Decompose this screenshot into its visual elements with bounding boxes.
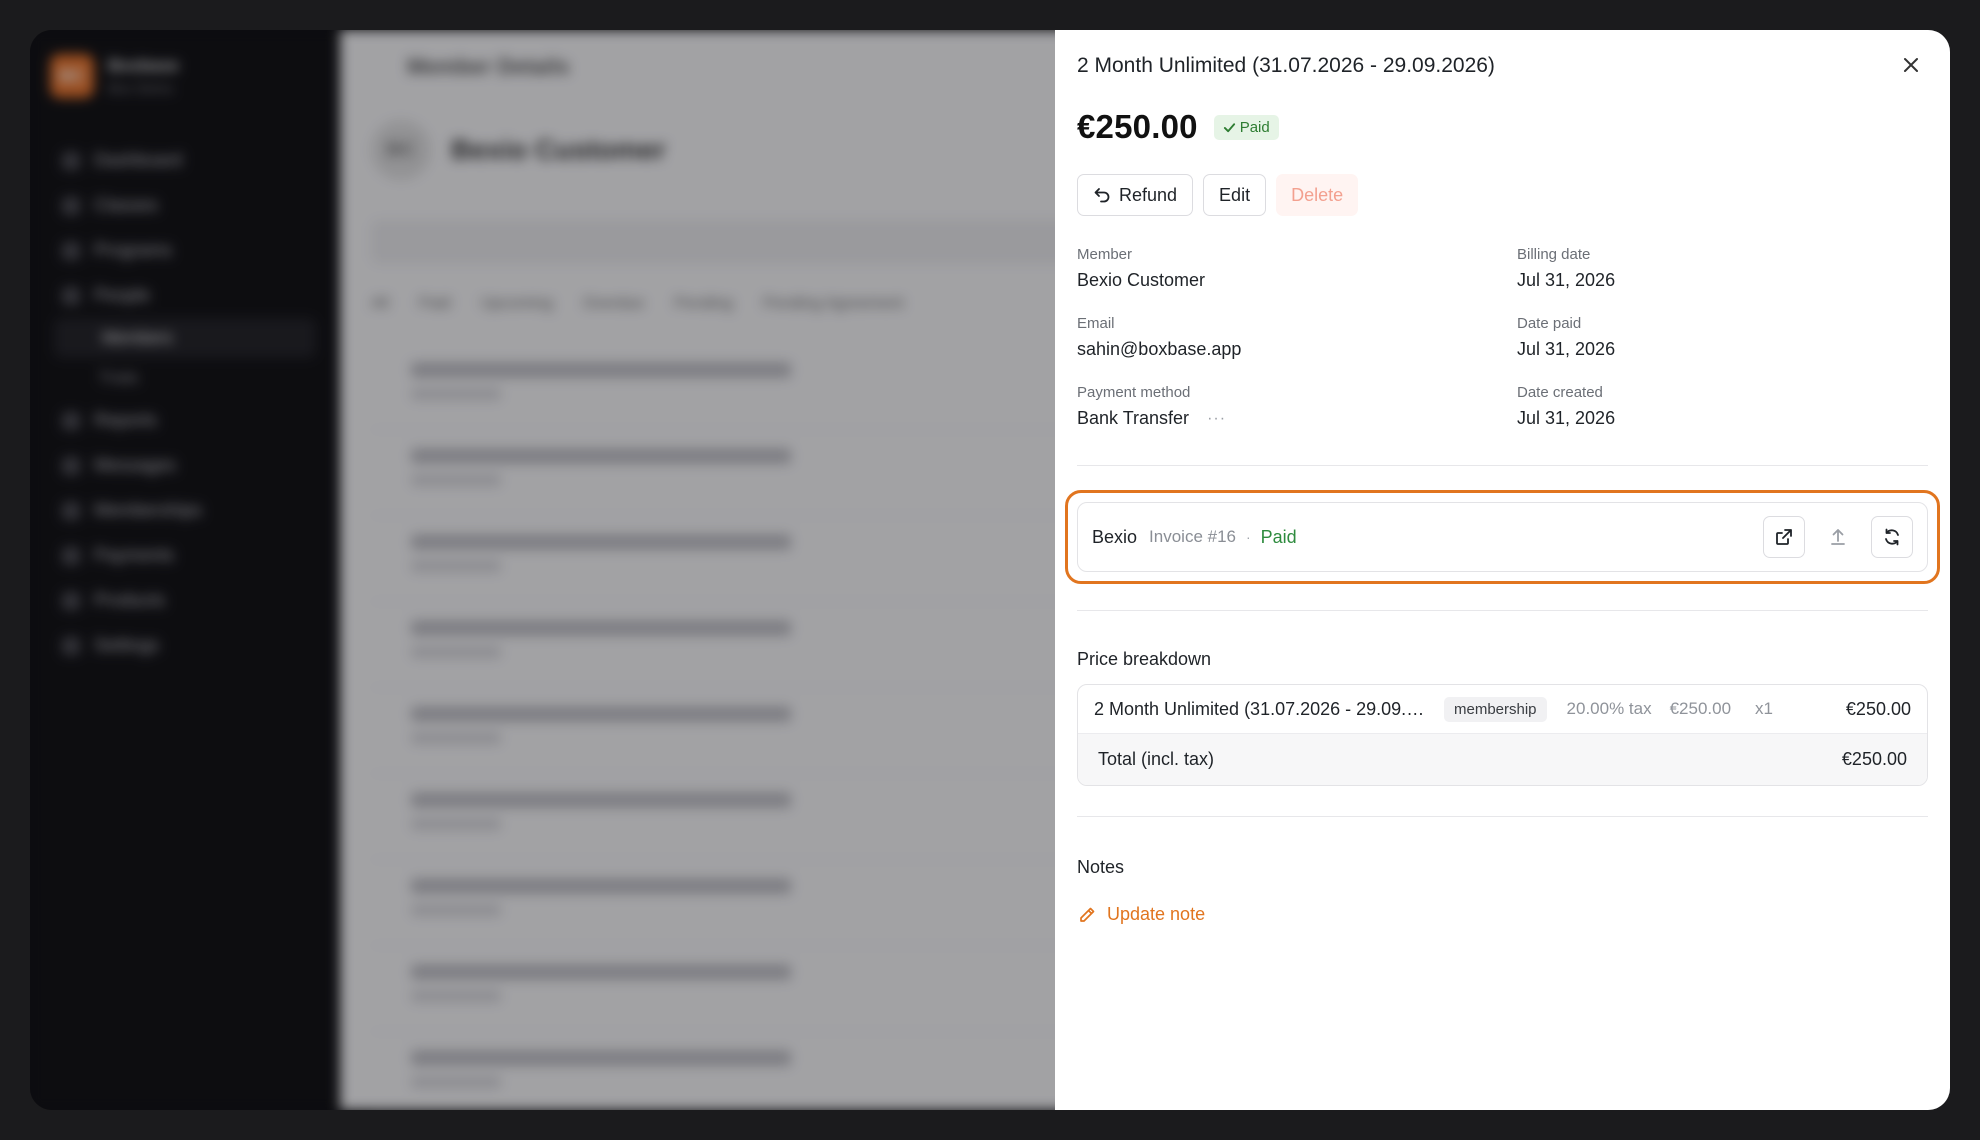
line-item-tax: 20.00% tax — [1566, 699, 1652, 718]
line-item-total: €250.00 — [1845, 698, 1911, 719]
email-label: Email — [1077, 315, 1115, 332]
open-invoice-button[interactable] — [1763, 516, 1805, 558]
sync-invoice-button[interactable] — [1871, 516, 1913, 558]
line-item: 2 Month Unlimited (31.07.2026 - 29.09.20… — [1078, 685, 1927, 733]
invoice-number: Invoice #16 — [1149, 527, 1236, 546]
upload-invoice-button[interactable] — [1817, 516, 1859, 558]
line-item-description: 2 Month Unlimited (31.07.2026 - 29.09.20… — [1094, 698, 1434, 719]
edit-button[interactable]: Edit — [1203, 174, 1267, 216]
status-badge: Paid — [1213, 114, 1279, 140]
invoice-card: Bexio Invoice #16 · Paid — [1077, 502, 1928, 572]
close-icon — [1904, 58, 1918, 72]
email-value: sahin@boxbase.app — [1077, 339, 1242, 359]
update-note-button[interactable]: Update note — [1077, 904, 1928, 925]
more-options-icon[interactable]: ··· — [1207, 410, 1226, 428]
invoice-separator: · — [1245, 529, 1251, 545]
external-link-icon — [1776, 529, 1792, 545]
check-icon — [1223, 122, 1235, 132]
app-window: BC Boxbase Box Demo Dashboard Classes Pr… — [30, 30, 1950, 1110]
invoice-highlight: Bexio Invoice #16 · Paid — [1065, 490, 1940, 584]
pencil-icon — [1080, 907, 1095, 922]
upload-icon — [1831, 529, 1845, 545]
payment-details: Member Bexio Customer Billing date Jul 3… — [1077, 246, 1928, 429]
date-created-value: Jul 31, 2026 — [1517, 408, 1616, 428]
payment-method-value: Bank Transfer ··· — [1077, 408, 1227, 428]
line-item-tag: membership — [1444, 696, 1547, 722]
price-breakdown-title: Price breakdown — [1077, 649, 1212, 669]
close-button[interactable] — [1896, 50, 1926, 80]
payment-detail-drawer: 2 Month Unlimited (31.07.2026 - 29.09.20… — [1055, 30, 1950, 1110]
date-created-label: Date created — [1517, 384, 1603, 401]
date-paid-label: Date paid — [1517, 315, 1582, 332]
delete-button[interactable]: Delete — [1276, 174, 1359, 216]
payment-method-label: Payment method — [1077, 384, 1191, 401]
total-value: €250.00 — [1841, 749, 1907, 769]
line-item-unit-price: €250.00 — [1669, 699, 1732, 718]
line-item-quantity: x1 — [1755, 699, 1774, 718]
divider — [1077, 816, 1928, 817]
price-breakdown-table: 2 Month Unlimited (31.07.2026 - 29.09.20… — [1077, 684, 1928, 786]
payment-amount: €250.00 — [1077, 108, 1198, 145]
date-paid-value: Jul 31, 2026 — [1517, 339, 1616, 359]
member-label: Member — [1077, 246, 1133, 263]
divider — [1077, 610, 1928, 611]
notes-title: Notes — [1077, 857, 1125, 877]
drawer-title: 2 Month Unlimited (31.07.2026 - 29.09.20… — [1077, 54, 1495, 77]
invoice-provider: Bexio — [1092, 526, 1138, 547]
member-value: Bexio Customer — [1077, 270, 1206, 290]
total-label: Total (incl. tax) — [1098, 749, 1215, 769]
undo-icon — [1094, 188, 1110, 203]
refund-button[interactable]: Refund — [1077, 174, 1194, 216]
invoice-status: Paid — [1260, 526, 1297, 547]
breakdown-total: Total (incl. tax) €250.00 — [1078, 733, 1927, 785]
divider — [1077, 465, 1928, 466]
refresh-icon — [1885, 528, 1899, 546]
billing-date-value: Jul 31, 2026 — [1517, 270, 1616, 290]
billing-date-label: Billing date — [1517, 246, 1591, 263]
